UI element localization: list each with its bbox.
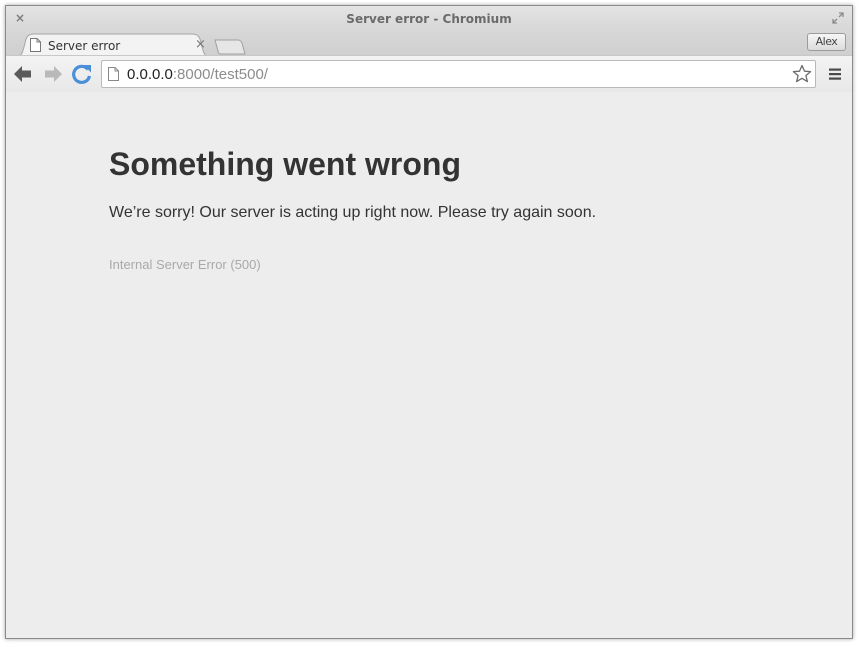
error-message: We’re sorry! Our server is acting up rig… bbox=[109, 204, 597, 221]
toolbar: 0.0.0.0:8000/test500/ bbox=[6, 55, 852, 93]
url-path: :8000/test500/ bbox=[172, 66, 268, 83]
address-bar[interactable]: 0.0.0.0:8000/test500/ bbox=[101, 60, 816, 88]
forward-arrow-icon[interactable] bbox=[41, 62, 65, 86]
browser-window: × Server error - Chromium Server error ×… bbox=[5, 5, 853, 639]
tab-server-error[interactable]: Server error × bbox=[16, 33, 210, 57]
back-arrow-icon[interactable] bbox=[11, 62, 35, 86]
error-code: Internal Server Error (500) bbox=[109, 257, 261, 272]
star-icon[interactable] bbox=[792, 64, 812, 84]
page-content: Something went wrong We’re sorry! Our se… bbox=[6, 92, 852, 638]
tab-strip: Server error × Alex bbox=[6, 30, 852, 57]
menu-icon[interactable] bbox=[828, 67, 842, 81]
tab-title: Server error bbox=[48, 39, 121, 53]
profile-button[interactable]: Alex bbox=[807, 33, 846, 51]
new-tab-button[interactable] bbox=[214, 39, 246, 55]
page-title: Something went wrong bbox=[109, 146, 461, 182]
page-icon bbox=[108, 67, 119, 81]
page-icon bbox=[30, 38, 41, 52]
maximize-icon[interactable] bbox=[832, 12, 844, 24]
title-bar: × Server error - Chromium bbox=[6, 6, 852, 32]
tab-close-icon[interactable]: × bbox=[195, 38, 206, 52]
url-host: 0.0.0.0 bbox=[127, 66, 173, 83]
url-text[interactable]: 0.0.0.0:8000/test500/ bbox=[127, 66, 268, 83]
window-title: Server error - Chromium bbox=[346, 12, 512, 26]
reload-icon[interactable] bbox=[70, 62, 94, 86]
